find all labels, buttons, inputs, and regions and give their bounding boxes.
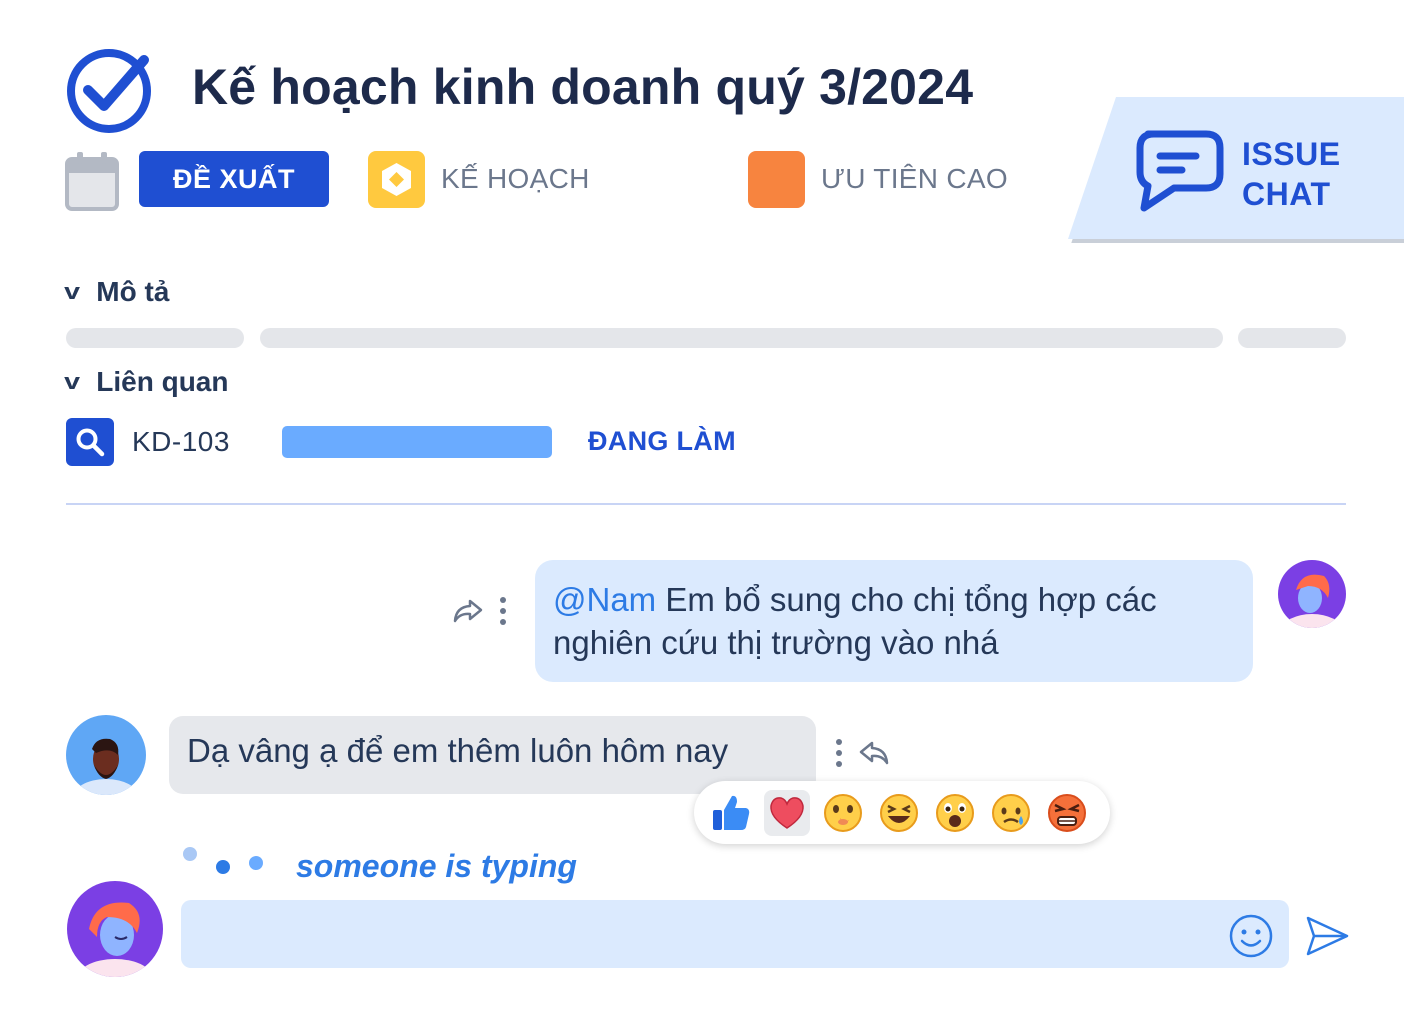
check-circle-icon [67, 49, 151, 133]
related-issue-summary-placeholder[interactable] [282, 426, 552, 458]
message-bubble-outgoing[interactable]: @Nam Em bổ sung cho chị tổng hợp các ngh… [535, 560, 1253, 682]
avatar[interactable] [67, 881, 163, 977]
page-title: Kế hoạch kinh doanh quý 3/2024 [192, 59, 974, 115]
message-input[interactable] [181, 900, 1289, 968]
issue-chat-tag[interactable] [1068, 97, 1404, 243]
search-button[interactable] [66, 418, 114, 466]
heart-icon [770, 796, 804, 829]
priority-icon [748, 151, 805, 208]
emoji-icon[interactable] [1228, 913, 1274, 959]
related-issue-key[interactable]: KD-103 [132, 426, 230, 458]
reaction-like-icon[interactable] [708, 790, 754, 836]
laughing-face-icon [880, 793, 918, 832]
avatar[interactable] [66, 715, 146, 795]
divider [66, 503, 1346, 505]
issue-chat-line2: CHAT [1242, 176, 1331, 212]
reaction-angry-icon[interactable] [1044, 790, 1090, 836]
calendar-icon[interactable] [64, 150, 120, 212]
angry-face-icon [1048, 793, 1086, 832]
more-options-icon[interactable] [834, 738, 844, 768]
typing-dots-icon [183, 847, 263, 874]
issue-chat-line1: ISSUE [1242, 136, 1341, 172]
description-placeholder [260, 328, 1223, 348]
description-placeholder [66, 328, 244, 348]
related-issue-status[interactable]: ĐANG LÀM [588, 426, 736, 457]
reply-icon[interactable] [858, 739, 890, 767]
typing-indicator: someone is typing [296, 848, 577, 884]
surprised-face-icon [936, 793, 974, 832]
chat-bubble-icon [1136, 130, 1224, 212]
reaction-care-icon[interactable] [820, 790, 866, 836]
chevron-down-icon: v [64, 369, 81, 394]
hugging-face-icon [824, 793, 862, 832]
reaction-picker [694, 781, 1110, 844]
description-toggle[interactable]: v Mô tả [64, 276, 170, 308]
reaction-sad-icon[interactable] [988, 790, 1034, 836]
send-icon[interactable] [1304, 913, 1350, 959]
more-options-icon[interactable] [498, 596, 508, 626]
priority-label: ƯU TIÊN CAO [821, 163, 1008, 194]
issue-type-label: KẾ HOẠCH [441, 163, 590, 194]
reaction-wow-icon[interactable] [932, 790, 978, 836]
description-placeholder [1238, 328, 1346, 348]
message-actions [834, 738, 890, 768]
related-heading: Liên quan [96, 366, 229, 397]
plan-type-icon [368, 151, 425, 208]
forward-icon[interactable] [452, 597, 484, 625]
reaction-haha-icon[interactable] [876, 790, 922, 836]
description-heading: Mô tả [96, 276, 170, 307]
message-actions [452, 596, 508, 626]
reaction-love-icon[interactable] [764, 789, 810, 836]
search-icon [76, 428, 105, 457]
sad-face-icon [992, 793, 1030, 832]
status-button[interactable]: ĐỀ XUẤT [139, 151, 329, 207]
mention[interactable]: @Nam [553, 581, 656, 618]
chevron-down-icon: v [64, 279, 81, 304]
related-toggle[interactable]: v Liên quan [64, 366, 229, 398]
thumbs-up-icon [713, 795, 750, 830]
avatar[interactable] [1278, 560, 1346, 628]
issue-chat-label: ISSUE CHAT [1242, 134, 1341, 214]
